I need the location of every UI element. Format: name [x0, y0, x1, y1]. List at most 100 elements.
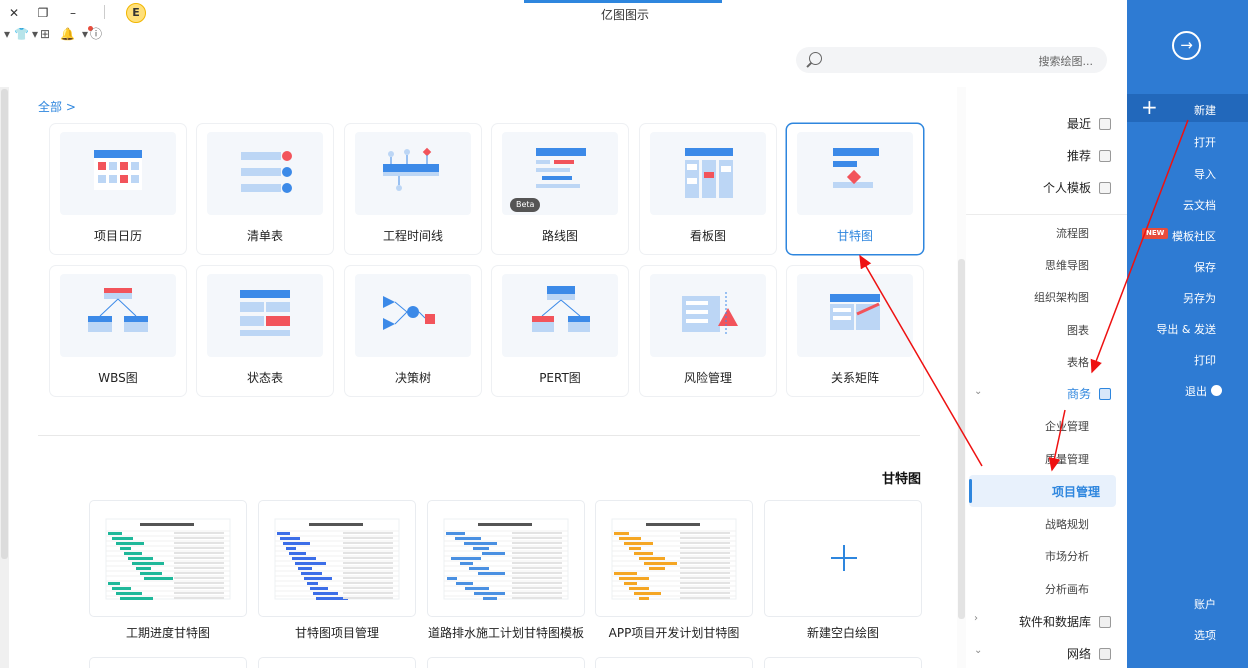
- search-icon[interactable]: [809, 52, 822, 65]
- category-label: 商务: [1066, 387, 1091, 401]
- calendar-thumbnail: [60, 132, 176, 215]
- dropdown-arrow-icon[interactable]: ▾: [32, 26, 38, 42]
- checklist-thumbnail: [207, 132, 323, 215]
- minimize-icon[interactable]: –: [65, 5, 81, 21]
- help-icon[interactable]: ⓘ: [90, 26, 102, 42]
- back-arrow-icon[interactable]: →: [1172, 31, 1201, 60]
- template-card[interactable]: 关系矩阵: [787, 266, 923, 396]
- nav-item-save[interactable]: 保存: [1194, 259, 1216, 275]
- category-item[interactable]: 战略规划: [1045, 516, 1089, 532]
- template-label: 关系矩阵: [830, 371, 879, 385]
- gallery-card-label: 甘特图项目管理: [294, 626, 379, 640]
- category-group-business[interactable]: 商务: [1067, 385, 1111, 402]
- template-card[interactable]: WBS图: [50, 266, 186, 396]
- template-label: WBS图: [98, 371, 138, 385]
- search-input[interactable]: 搜索绘图...: [796, 47, 1107, 73]
- template-card[interactable]: 状态表: [197, 266, 333, 396]
- category-label: 软件和数据库: [1018, 615, 1091, 629]
- template-card[interactable]: Beta 路线图: [492, 124, 628, 254]
- category-item[interactable]: 市场分析: [1045, 548, 1089, 564]
- category-item-active[interactable]: 项目管理: [969, 475, 1116, 507]
- chevron-down-icon[interactable]: ⌄: [974, 645, 982, 656]
- nav-item-cloud-docs[interactable]: 云文档: [1183, 197, 1216, 213]
- new-blank-drawing-card[interactable]: [765, 501, 921, 616]
- nav-item-export-send[interactable]: 导出 & 发送: [1156, 321, 1216, 337]
- nav-label: 新建: [1194, 104, 1216, 117]
- nav-item-import[interactable]: 导入: [1194, 166, 1216, 182]
- briefcase-icon: [1099, 387, 1111, 400]
- template-card[interactable]: 甘特图: [787, 124, 923, 254]
- plus-icon: +: [1141, 95, 1158, 119]
- category-recent[interactable]: 最近: [1067, 115, 1111, 133]
- gallery-card-next-row[interactable]: [428, 658, 584, 668]
- beta-badge: Beta: [510, 198, 541, 212]
- scrollbar-thumb[interactable]: [958, 259, 965, 619]
- nav-item-options[interactable]: 选项: [1194, 627, 1216, 643]
- section-divider: [38, 435, 920, 436]
- gallery-card-next-row[interactable]: [765, 658, 921, 668]
- category-item[interactable]: 流程图: [1056, 225, 1089, 241]
- nav-item-new[interactable]: + 新建: [1127, 94, 1248, 122]
- nav-item-print[interactable]: 打印: [1194, 352, 1216, 368]
- gallery-card-label: APP项目开发计划甘特图: [608, 626, 740, 640]
- nav-item-template-community[interactable]: 模板社区: [1172, 228, 1216, 244]
- file-menu-nav: → + 新建 打开 导入 云文档 NEW 模板社区 保存 另存为 导出 & 发送…: [1127, 0, 1248, 668]
- category-item[interactable]: 企业管理: [1045, 418, 1089, 434]
- category-item[interactable]: 表格: [1067, 354, 1089, 370]
- template-card[interactable]: 清单表: [197, 124, 333, 254]
- gantt-template-card[interactable]: [596, 501, 752, 616]
- dropdown-arrow-icon[interactable]: ▾: [4, 26, 10, 42]
- category-item[interactable]: 分析画布: [1045, 581, 1089, 597]
- gallery-card-next-row[interactable]: [259, 658, 415, 668]
- nav-item-exit[interactable]: 退出: [1185, 383, 1222, 399]
- nav-item-account[interactable]: 账户: [1194, 596, 1216, 612]
- exit-icon: [1211, 385, 1222, 396]
- template-card[interactable]: 看板图: [640, 124, 776, 254]
- category-label: 网络: [1066, 647, 1091, 661]
- shirt-icon[interactable]: 👕: [14, 26, 29, 42]
- kanban-thumbnail: [650, 132, 766, 215]
- gallery-card-next-row[interactable]: [90, 658, 246, 668]
- category-recommended[interactable]: 推荐: [1067, 147, 1111, 165]
- apps-grid-icon[interactable]: ⊞: [40, 26, 50, 42]
- category-item[interactable]: 图表: [1067, 322, 1089, 338]
- scrollbar-main[interactable]: [957, 87, 966, 668]
- category-group-network[interactable]: 网络: [1067, 645, 1111, 662]
- category-item[interactable]: 组织架构图: [1034, 289, 1089, 305]
- pert-thumbnail: [502, 274, 618, 357]
- matrix-thumbnail: [797, 274, 913, 357]
- template-card[interactable]: 项目日历: [50, 124, 186, 254]
- scrollbar-left[interactable]: [0, 87, 9, 668]
- gallery-card-label: 道路排水施工计划甘特图模板: [428, 626, 585, 640]
- restore-icon[interactable]: ❐: [35, 5, 51, 21]
- category-item[interactable]: 质量管理: [1045, 451, 1089, 467]
- category-item[interactable]: 思维导图: [1045, 257, 1089, 273]
- template-card[interactable]: 决策树: [345, 266, 481, 396]
- gantt-template-card[interactable]: [259, 501, 415, 616]
- nav-item-save-as[interactable]: 另存为: [1183, 290, 1216, 306]
- template-label: PERT图: [539, 371, 581, 385]
- category-divider: [966, 214, 1127, 215]
- active-indicator: [969, 479, 972, 503]
- nav-item-open[interactable]: 打开: [1194, 134, 1216, 150]
- chevron-right-icon[interactable]: ›: [974, 613, 978, 624]
- template-card[interactable]: PERT图: [492, 266, 628, 396]
- chevron-down-icon[interactable]: ⌄: [974, 386, 982, 397]
- risk-thumbnail: [650, 274, 766, 357]
- category-label: 个人模板: [1042, 181, 1091, 195]
- category-group-software[interactable]: 软件和数据库: [1019, 613, 1111, 630]
- gantt-template-card[interactable]: [90, 501, 246, 616]
- edraw-badge-icon[interactable]: E: [126, 3, 146, 23]
- gantt-template-card[interactable]: [428, 501, 584, 616]
- template-card[interactable]: 工程时间线: [345, 124, 481, 254]
- scrollbar-thumb[interactable]: [1, 89, 8, 559]
- gallery-card-next-row[interactable]: [596, 658, 752, 668]
- dropdown-arrow-icon[interactable]: ▾: [82, 26, 88, 42]
- back-all-link[interactable]: 全部 >: [38, 98, 76, 115]
- template-label: 工程时间线: [382, 229, 443, 243]
- bell-icon[interactable]: 🔔: [60, 26, 75, 42]
- template-label: 甘特图: [836, 229, 873, 243]
- template-card[interactable]: 风险管理: [640, 266, 776, 396]
- close-icon[interactable]: ✕: [6, 5, 22, 21]
- category-personal-templates[interactable]: 个人模板: [1043, 179, 1111, 197]
